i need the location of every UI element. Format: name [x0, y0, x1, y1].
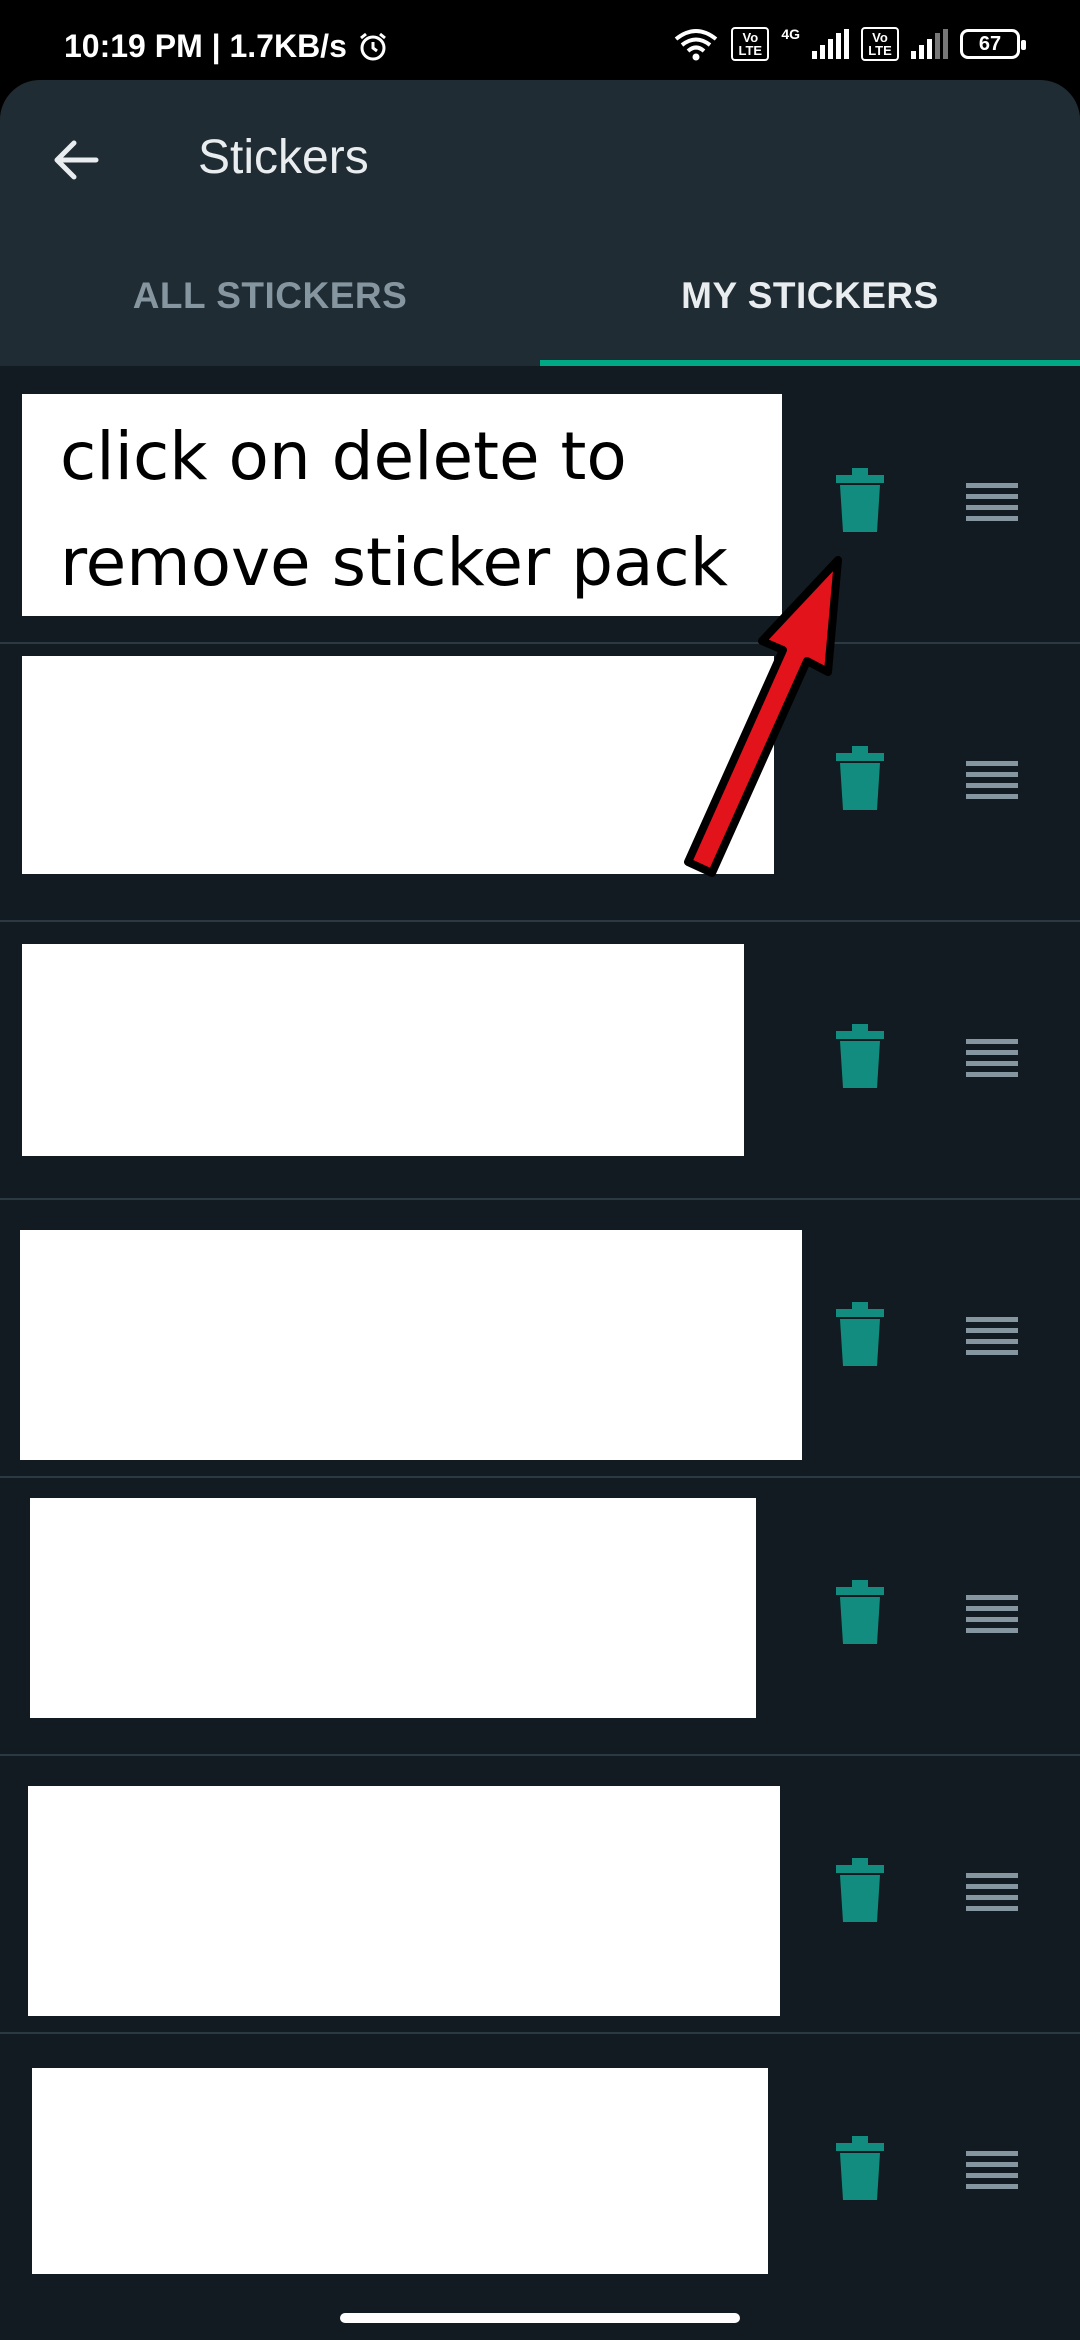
stickers-screen: Stickers ALL STICKERS MY STICKERS click …	[0, 80, 1080, 2340]
trash-icon[interactable]	[830, 1300, 890, 1370]
tab-my-stickers[interactable]: MY STICKERS	[540, 275, 1080, 317]
annotation-line-2: remove sticker pack	[60, 524, 728, 601]
trash-icon[interactable]	[830, 1856, 890, 1926]
drag-handle-icon[interactable]	[966, 2148, 1018, 2192]
lte-label-1: LTE	[738, 43, 763, 58]
trash-icon[interactable]	[830, 2134, 890, 2204]
time-and-speed: 10:19 PM | 1.7KB/s	[64, 28, 347, 64]
wifi-icon	[675, 29, 718, 61]
signal-icon-2	[911, 29, 948, 59]
sticker-pack-preview[interactable]	[20, 1230, 802, 1460]
back-arrow-icon[interactable]	[48, 132, 104, 188]
sticker-pack-preview[interactable]: click on delete to remove sticker pack	[22, 394, 782, 616]
drag-handle-icon[interactable]	[966, 1314, 1018, 1358]
sticker-pack-row	[0, 2034, 1080, 2312]
annotation-line-1: click on delete to	[60, 418, 627, 495]
app-header: Stickers ALL STICKERS MY STICKERS	[0, 80, 1080, 366]
trash-icon[interactable]	[830, 1578, 890, 1648]
trash-icon[interactable]	[830, 466, 890, 536]
sticker-pack-row	[0, 922, 1080, 1200]
sticker-pack-row	[0, 1200, 1080, 1478]
network-type: 4G	[781, 26, 800, 42]
home-indicator[interactable]	[340, 2313, 740, 2323]
trash-icon[interactable]	[830, 1022, 890, 1092]
drag-handle-icon[interactable]	[966, 1870, 1018, 1914]
drag-handle-icon[interactable]	[966, 1592, 1018, 1636]
volte-badge-1: Vo LTE	[731, 27, 770, 61]
tab-all-stickers[interactable]: ALL STICKERS	[0, 275, 540, 317]
annotation-text: click on delete to remove sticker pack	[60, 404, 728, 616]
status-icons: Vo LTE 4G Vo LTE 67	[673, 26, 1026, 62]
status-left: 10:19 PM | 1.7KB/s	[64, 28, 389, 65]
sticker-pack-preview[interactable]	[28, 1786, 780, 2016]
trash-icon[interactable]	[830, 744, 890, 814]
lte-label-2: LTE	[868, 43, 892, 58]
sticker-pack-preview[interactable]	[32, 2068, 768, 2274]
battery-level: 67	[978, 32, 1002, 55]
sticker-pack-preview[interactable]	[22, 944, 744, 1156]
sticker-pack-row	[0, 644, 1080, 922]
signal-icon-1	[812, 29, 849, 59]
drag-handle-icon[interactable]	[966, 758, 1018, 802]
drag-handle-icon[interactable]	[966, 1036, 1018, 1080]
status-bar: 10:19 PM | 1.7KB/s Vo LTE 4G Vo LTE 67	[0, 0, 1080, 78]
sticker-pack-preview[interactable]	[22, 656, 774, 874]
sticker-pack-row	[0, 1478, 1080, 1756]
sticker-pack-preview[interactable]	[30, 1498, 756, 1718]
page-title: Stickers	[198, 131, 369, 184]
alarm-icon	[359, 32, 386, 60]
sticker-pack-row	[0, 1756, 1080, 2034]
drag-handle-icon[interactable]	[966, 480, 1018, 524]
battery-icon: 67	[960, 29, 1026, 59]
volte-badge-2: Vo LTE	[861, 27, 899, 61]
sticker-pack-row: click on delete to remove sticker pack	[0, 366, 1080, 644]
